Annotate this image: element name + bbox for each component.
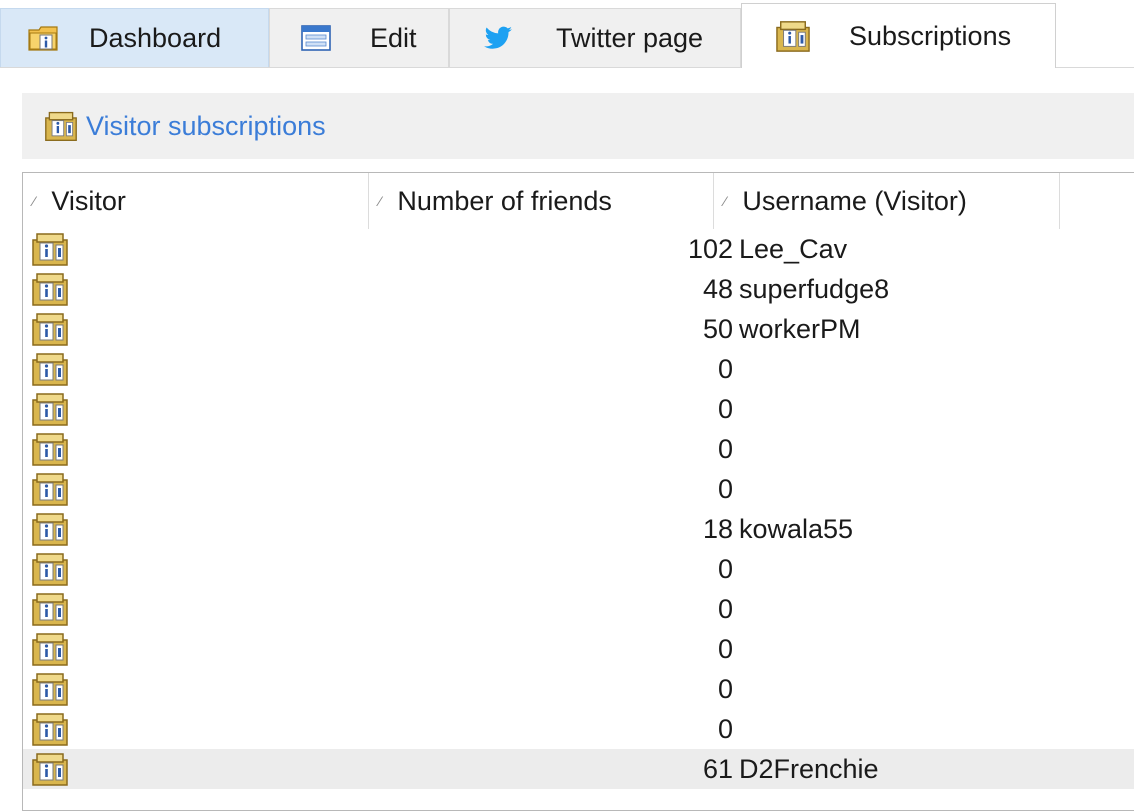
visitor-info-icon [31,471,69,507]
column-label: Username (Visitor) [742,185,967,216]
table-row[interactable]: 0 [23,389,1134,429]
friends-count: 0 [717,634,733,664]
visitor-info-icon [31,231,69,267]
column-label: Number of friends [397,185,612,216]
form-window-icon [300,22,332,54]
friends-count: 48 [702,274,733,304]
visitor-info-icon [31,751,69,787]
friends-count: 61 [702,754,733,784]
friends-count: 0 [717,714,733,744]
twitter-bird-icon [482,22,514,54]
visitor-info-icon [31,311,69,347]
tab-edit[interactable]: Edit [269,8,449,67]
subscriptions-grid[interactable]: ⁄ Visitor ⁄ Number of friends ⁄ Username… [22,172,1134,811]
visitor-info-icon [31,391,69,427]
visitor-info-icon [31,671,69,707]
column-label: Visitor [51,185,126,216]
info-box-icon [775,19,811,53]
table-row[interactable]: 0 [23,669,1134,709]
visitor-username: superfudge8 [739,274,890,304]
tab-label: Dashboard [89,22,222,53]
panel-header: Visitor subscriptions [22,93,1134,159]
friends-count: 18 [702,514,733,544]
friends-count: 102 [687,234,733,264]
visitor-info-icon [31,551,69,587]
tab-subscriptions[interactable]: Subscriptions [741,3,1056,68]
grid-header: ⁄ Visitor ⁄ Number of friends ⁄ Username… [23,173,1134,229]
sort-indicator-icon: ⁄ [379,193,382,209]
sort-indicator-icon: ⁄ [724,193,727,209]
column-header-username[interactable]: ⁄ Username (Visitor) [714,173,1060,229]
table-row[interactable]: 0 [23,469,1134,509]
tab-bar: Dashboard Edit Twitter page Subscription… [0,0,1134,68]
column-header-visitor[interactable]: ⁄ Visitor [23,173,369,229]
table-row[interactable]: 18 kowala55 [23,509,1134,549]
tab-label: Edit [370,22,417,53]
table-row[interactable]: 0 [23,429,1134,469]
friends-count: 0 [717,674,733,704]
tab-label: Twitter page [556,22,704,53]
friends-count: 0 [717,554,733,584]
visitor-username: Lee_Cav [739,234,848,264]
friends-count: 0 [717,434,733,464]
table-row[interactable]: 0 [23,629,1134,669]
sort-indicator-icon: ⁄ [33,193,36,209]
visitor-info-icon [31,511,69,547]
table-row[interactable]: 0 [23,709,1134,749]
friends-count: 0 [717,474,733,504]
visitor-info-icon [31,591,69,627]
visitor-info-icon [31,431,69,467]
tab-label: Subscriptions [849,20,1012,51]
visitor-username: workerPM [739,314,861,344]
visitor-info-icon [31,711,69,747]
table-row[interactable]: 0 [23,549,1134,589]
tab-twitter-page[interactable]: Twitter page [449,8,741,67]
friends-count: 0 [717,394,733,424]
table-row[interactable]: 50 workerPM [23,309,1134,349]
table-row[interactable]: 48 superfudge8 [23,269,1134,309]
table-row[interactable]: 102 Lee_Cav [23,229,1134,269]
friends-count: 50 [702,314,733,344]
visitor-username: D2Frenchie [739,754,879,784]
visitor-info-icon [31,631,69,667]
friends-count: 0 [717,354,733,384]
visitor-info-icon [31,351,69,387]
table-row[interactable]: 0 [23,349,1134,389]
table-row-selected[interactable]: 61 D2Frenchie [23,749,1134,789]
table-row[interactable]: 0 [23,589,1134,629]
info-folder-icon [27,22,59,54]
tab-dashboard[interactable]: Dashboard [0,8,269,67]
info-box-icon [44,109,78,143]
panel-title[interactable]: Visitor subscriptions [86,111,326,142]
column-header-friends[interactable]: ⁄ Number of friends [369,173,714,229]
friends-count: 0 [717,594,733,624]
visitor-username: kowala55 [739,514,854,544]
visitor-info-icon [31,271,69,307]
